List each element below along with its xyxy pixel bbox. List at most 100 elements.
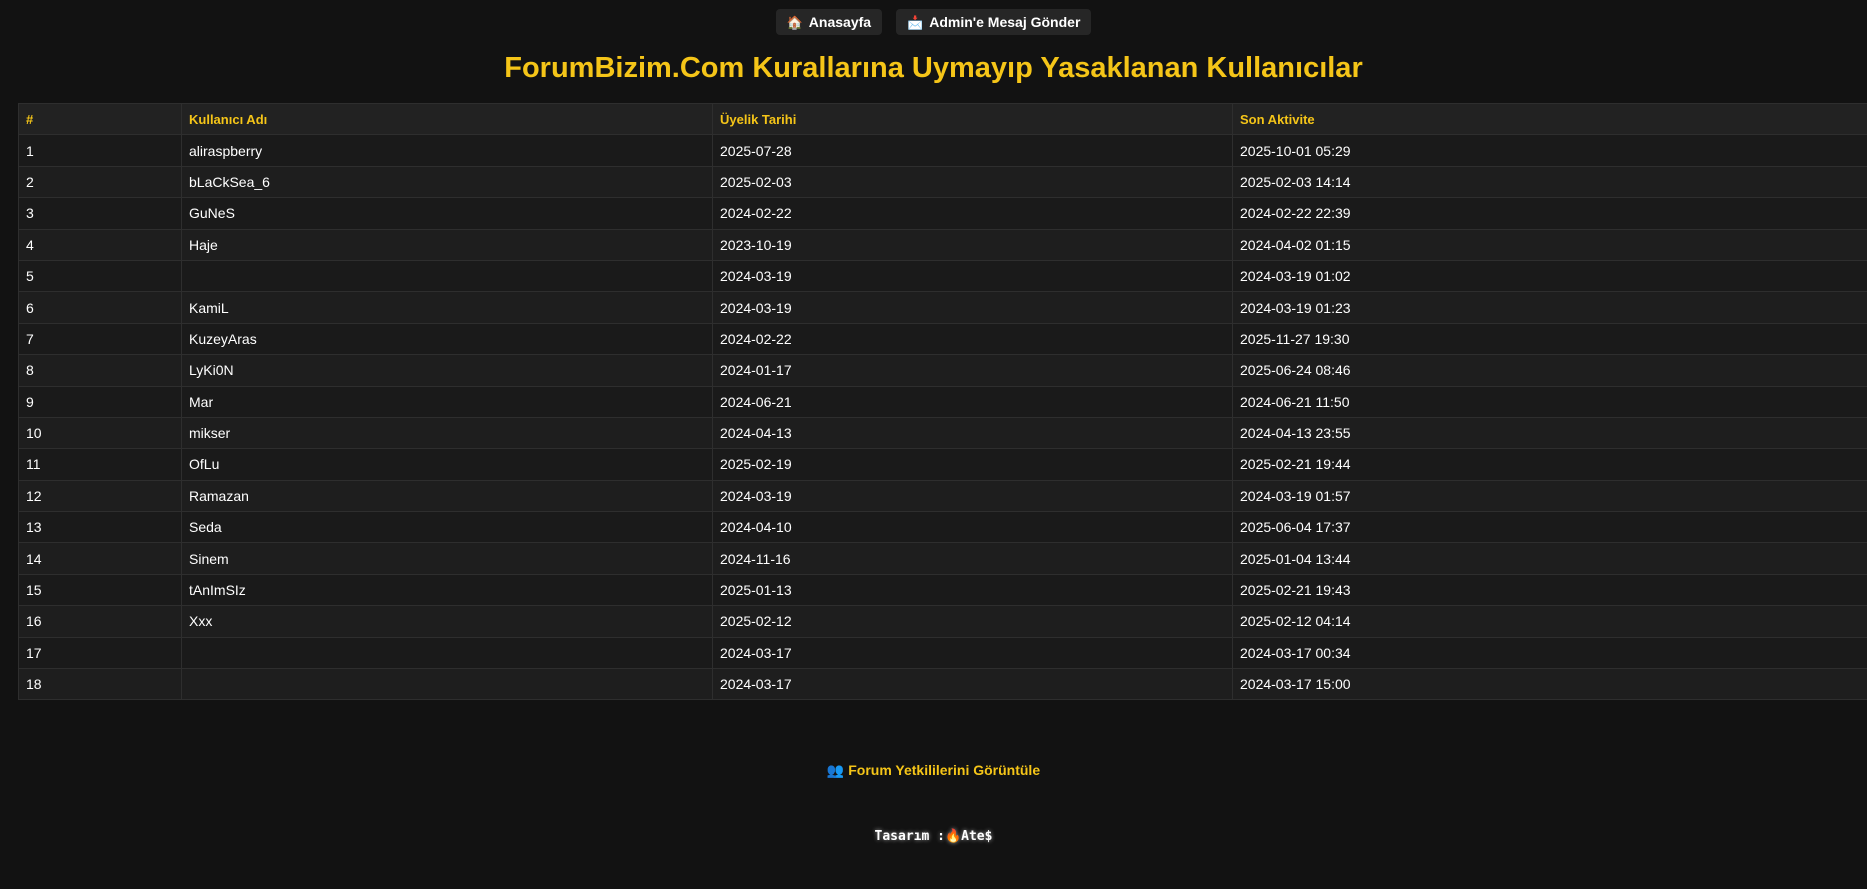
design-credit-prefix: Tasarım : [874, 829, 945, 844]
table-row: 10 mikser 2024-04-13 2024-04-13 23:55 [18, 416, 1867, 450]
top-navigation: 🏠 Anasayfa 📩 Admin'e Mesaj Gönder [0, 0, 1867, 35]
cell-index: 15 [18, 573, 182, 607]
cell-last-activity: 2025-01-04 13:44 [1232, 542, 1867, 575]
table-row: 14 Sinem 2024-11-16 2025-01-04 13:44 [18, 542, 1867, 575]
cell-last-activity: 2024-04-13 23:55 [1232, 416, 1867, 450]
cell-index: 7 [18, 322, 182, 356]
cell-username: Sinem [181, 542, 713, 575]
view-staff-link[interactable]: 👥 Forum Yetkililerini Görüntüle [827, 762, 1040, 778]
message-admin-button[interactable]: 📩 Admin'e Mesaj Gönder [896, 9, 1092, 35]
cell-join-date: 2024-03-17 [712, 636, 1233, 670]
cell-join-date: 2023-10-19 [712, 228, 1233, 261]
cell-join-date: 2024-02-22 [712, 322, 1233, 356]
cell-index: 16 [18, 605, 182, 638]
table-row: 16 Xxx 2025-02-12 2025-02-12 04:14 [18, 605, 1867, 638]
cell-username [181, 259, 713, 293]
cell-username [181, 668, 713, 701]
cell-index: 2 [18, 165, 182, 199]
home-button[interactable]: 🏠 Anasayfa [775, 9, 883, 35]
cell-index: 6 [18, 291, 182, 324]
cell-join-date: 2024-01-17 [712, 354, 1233, 387]
cell-username: Ramazan [181, 479, 713, 513]
cell-username: Xxx [181, 605, 713, 638]
cell-join-date: 2024-04-10 [712, 511, 1233, 544]
cell-join-date: 2024-03-17 [712, 668, 1233, 701]
cell-username: Seda [181, 511, 713, 544]
cell-last-activity: 2025-02-21 19:44 [1232, 448, 1867, 481]
table-row: 4 Haje 2023-10-19 2024-04-02 01:15 [18, 228, 1867, 261]
view-staff-link-label: Forum Yetkililerini Görüntüle [848, 762, 1041, 778]
table-row: 5 2024-03-19 2024-03-19 01:02 [18, 259, 1867, 293]
cell-join-date: 2024-02-22 [712, 197, 1233, 230]
cell-index: 4 [18, 228, 182, 261]
people-icon: 👥 [826, 762, 845, 778]
home-button-label: Anasayfa [808, 14, 872, 30]
cell-join-date: 2024-06-21 [712, 385, 1233, 418]
cell-last-activity: 2024-03-17 15:00 [1232, 668, 1867, 701]
table-row: 7 KuzeyAras 2024-02-22 2025-11-27 19:30 [18, 322, 1867, 356]
cell-index: 9 [18, 385, 182, 418]
table-row: 18 2024-03-17 2024-03-17 15:00 [18, 668, 1867, 701]
table-row: 8 LyKi0N 2024-01-17 2025-06-24 08:46 [18, 354, 1867, 387]
cell-index: 12 [18, 479, 182, 513]
cell-join-date: 2024-04-13 [712, 416, 1233, 450]
table-row: 6 KamiL 2024-03-19 2024-03-19 01:23 [18, 291, 1867, 324]
cell-index: 17 [18, 636, 182, 670]
cell-last-activity: 2024-03-19 01:02 [1232, 259, 1867, 293]
cell-join-date: 2024-03-19 [712, 479, 1233, 513]
cell-join-date: 2024-03-19 [712, 259, 1233, 293]
table-row: 11 OfLu 2025-02-19 2025-02-21 19:44 [18, 448, 1867, 481]
cell-join-date: 2025-01-13 [712, 573, 1233, 607]
cell-username: Haje [181, 228, 713, 261]
table-body: 1 aliraspberry 2025-07-28 2025-10-01 05:29 2… [18, 134, 1867, 701]
cell-index: 18 [18, 668, 182, 701]
table-row: 17 2024-03-17 2024-03-17 00:34 [18, 636, 1867, 670]
cell-username: OfLu [181, 448, 713, 481]
cell-index: 5 [18, 259, 182, 293]
cell-username: bLaCkSea_6 [181, 165, 713, 199]
cell-join-date: 2025-07-28 [712, 134, 1233, 167]
cell-last-activity: 2025-02-21 19:43 [1232, 573, 1867, 607]
cell-last-activity: 2024-02-22 22:39 [1232, 197, 1867, 230]
banned-users-table: # Kullanıcı Adı Üyelik Tarihi Son Aktivi… [18, 102, 1867, 701]
cell-join-date: 2025-02-03 [712, 165, 1233, 199]
cell-index: 10 [18, 416, 182, 450]
cell-username [181, 636, 713, 670]
cell-last-activity: 2024-03-17 00:34 [1232, 636, 1867, 670]
table-header-row: # Kullanıcı Adı Üyelik Tarihi Son Aktivi… [18, 102, 1867, 136]
table-row: 1 aliraspberry 2025-07-28 2025-10-01 05:29 [18, 134, 1867, 167]
table-row: 13 Seda 2024-04-10 2025-06-04 17:37 [18, 511, 1867, 544]
cell-username: KamiL [181, 291, 713, 324]
cell-username: aliraspberry [181, 134, 713, 167]
cell-username: tAnImSIz [181, 573, 713, 607]
cell-last-activity: 2024-04-02 01:15 [1232, 228, 1867, 261]
cell-last-activity: 2025-02-03 14:14 [1232, 165, 1867, 199]
cell-username: Mar [181, 385, 713, 418]
cell-join-date: 2024-11-16 [712, 542, 1233, 575]
cell-last-activity: 2024-03-19 01:23 [1232, 291, 1867, 324]
design-credit: Tasarım :🔥Ate$ [0, 829, 1867, 844]
envelope-icon: 📩 [907, 14, 924, 30]
cell-index: 11 [18, 448, 182, 481]
column-header-username: Kullanıcı Adı [181, 102, 713, 136]
table-row: 9 Mar 2024-06-21 2024-06-21 11:50 [18, 385, 1867, 418]
table-row: 15 tAnImSIz 2025-01-13 2025-02-21 19:43 [18, 573, 1867, 607]
staff-link-area: 👥 Forum Yetkililerini Görüntüle [0, 762, 1867, 779]
table-row: 3 GuNeS 2024-02-22 2024-02-22 22:39 [18, 197, 1867, 230]
cell-index: 13 [18, 511, 182, 544]
cell-index: 14 [18, 542, 182, 575]
table-row: 2 bLaCkSea_6 2025-02-03 2025-02-03 14:14 [18, 165, 1867, 199]
house-icon: 🏠 [786, 14, 803, 30]
cell-last-activity: 2024-06-21 11:50 [1232, 385, 1867, 418]
page-title: ForumBizim.Com Kurallarına Uymayıp Yasak… [504, 52, 1363, 84]
message-admin-button-label: Admin'e Mesaj Gönder [929, 14, 1081, 30]
cell-last-activity: 2025-06-04 17:37 [1232, 511, 1867, 544]
fire-icon: 🔥 [944, 829, 962, 844]
cell-username: GuNeS [181, 197, 713, 230]
cell-index: 8 [18, 354, 182, 387]
cell-last-activity: 2025-06-24 08:46 [1232, 354, 1867, 387]
cell-username: KuzeyAras [181, 322, 713, 356]
cell-last-activity: 2024-03-19 01:57 [1232, 479, 1867, 513]
banned-users-table-container: # Kullanıcı Adı Üyelik Tarihi Son Aktivi… [18, 102, 1867, 701]
cell-join-date: 2024-03-19 [712, 291, 1233, 324]
